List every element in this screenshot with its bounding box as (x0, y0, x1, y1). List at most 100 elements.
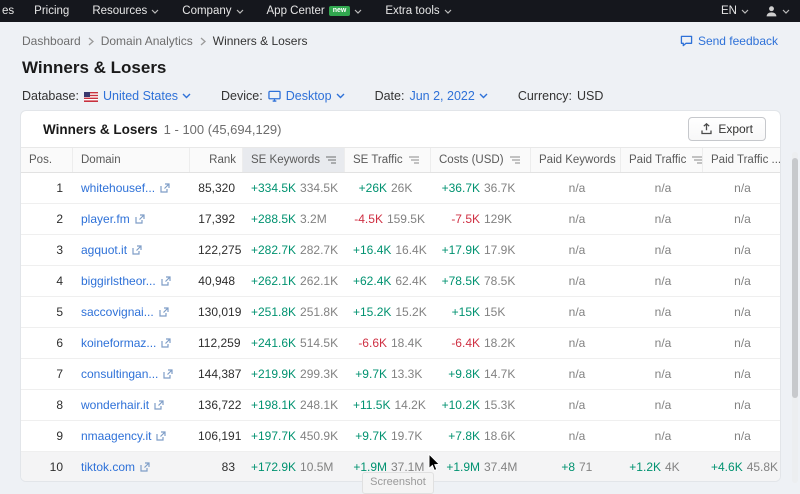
external-link-icon[interactable] (160, 183, 170, 193)
external-link-icon[interactable] (161, 338, 171, 348)
col-header-paid-traffic-2[interactable]: Paid Traffic ... (703, 148, 780, 172)
send-feedback-link[interactable]: Send feedback (680, 34, 778, 48)
result-range: 1 - 100 (45,694,129) (163, 121, 282, 137)
breadcrumb-dashboard[interactable]: Dashboard (22, 34, 81, 48)
export-button[interactable]: Export (688, 117, 766, 141)
position-cell: 1 (56, 181, 63, 195)
paid-traffic-cell: n/a (654, 181, 672, 195)
domain-link[interactable]: tiktok.com (81, 460, 184, 474)
col-header-se-traffic[interactable]: SE Traffic (345, 148, 431, 172)
domain-link[interactable]: koineformaz... (81, 336, 184, 350)
domain-link[interactable]: nmaagency.it (81, 429, 184, 443)
currency-display: Currency: USD (518, 89, 604, 103)
export-label: Export (718, 122, 753, 136)
external-link-icon[interactable] (163, 369, 173, 379)
costs-cell: +36.7K 36.7K (441, 181, 516, 195)
date-value: Jun 2, 2022 (409, 89, 488, 103)
position-cell: 10 (49, 460, 63, 474)
breadcrumb-separator-icon (200, 37, 206, 46)
breadcrumb-separator-icon (88, 37, 94, 46)
feedback-bubble-icon (680, 35, 693, 47)
external-link-icon[interactable] (161, 276, 171, 286)
nav-item-pricing[interactable]: Pricing (34, 5, 69, 17)
nav-item-app-center[interactable]: App Center new (267, 5, 363, 17)
external-link-icon[interactable] (154, 400, 164, 410)
external-link-icon[interactable] (156, 431, 167, 441)
domain-label: tiktok.com (81, 460, 136, 474)
user-menu[interactable] (765, 5, 790, 18)
domain-link[interactable]: whitehousef... (81, 181, 184, 195)
position-cell: 4 (56, 274, 63, 288)
language-selector[interactable]: EN (721, 5, 749, 17)
paid-traffic-cell: n/a (654, 305, 672, 319)
paid-traffic-cell: n/a (654, 367, 672, 381)
costs-cell: +17.9K 17.9K (441, 243, 516, 257)
breadcrumb-current: Winners & Losers (212, 34, 308, 48)
paid-traffic-2-cell: n/a (734, 274, 751, 288)
mouse-cursor (428, 453, 441, 472)
table-row: 9 nmaagency.it 106,191 +197.7K 450.9K +9.… (21, 421, 780, 452)
domain-link[interactable]: consultingan... (81, 367, 184, 381)
table-header: Pos. Domain Rank SE Keywords SE Traffic … (21, 147, 780, 173)
chevron-down-icon (236, 9, 244, 14)
chevron-down-icon (741, 9, 749, 14)
rank-cell: 136,722 (198, 398, 242, 412)
col-header-paid-keywords[interactable]: Paid Keywords (531, 148, 621, 172)
nav-item-label: Pricing (34, 5, 70, 17)
nav-item-extra-tools[interactable]: Extra tools (385, 5, 452, 17)
domain-link[interactable]: saccovignai... (81, 305, 184, 319)
se-keywords-cell: +172.9K 10.5M (251, 460, 334, 474)
col-header-costs[interactable]: Costs (USD) (431, 148, 531, 172)
nav-item-partial[interactable]: es (2, 5, 14, 17)
nav-item-label: Resources (92, 5, 148, 17)
nav-item-company[interactable]: Company (182, 5, 243, 17)
paid-traffic-cell: n/a (654, 398, 672, 412)
external-link-icon[interactable] (132, 245, 142, 255)
paid-keywords-cell: n/a (568, 336, 586, 350)
domain-cell: player.fm (73, 212, 190, 226)
paid-traffic-2-cell: n/a (734, 429, 751, 443)
table-row: 3 agquot.it 122,275 +282.7K 282.7K +16.4K… (21, 235, 780, 266)
domain-link[interactable]: agquot.it (81, 243, 184, 257)
sort-icon (509, 156, 520, 164)
domain-cell: tiktok.com (73, 460, 190, 474)
domain-link[interactable]: player.fm (81, 212, 184, 226)
costs-cell: +78.5K 78.5K (441, 274, 516, 288)
nav-item-resources[interactable]: Resources (92, 5, 159, 17)
rank-cell: 130,019 (198, 305, 242, 319)
col-header-rank[interactable]: Rank (190, 148, 243, 172)
date-filter[interactable]: Date: Jun 2, 2022 (375, 89, 488, 103)
currency-label: Currency: (517, 89, 572, 103)
currency-value: USD (577, 89, 604, 103)
device-filter[interactable]: Device: Desktop (221, 89, 345, 103)
col-header-pos[interactable]: Pos. (21, 148, 73, 172)
external-link-icon[interactable] (135, 214, 145, 224)
se-traffic-cell: +16.4K 16.4K (353, 243, 427, 257)
col-header-se-keywords[interactable]: SE Keywords (243, 148, 345, 172)
database-filter[interactable]: Database: United States (22, 89, 191, 103)
se-keywords-cell: +288.5K 3.2M (251, 212, 327, 226)
chevron-down-icon (151, 9, 159, 14)
chevron-down-icon (444, 9, 452, 14)
paid-keywords-cell: n/a (568, 367, 586, 381)
se-traffic-cell: +9.7K 19.7K (355, 429, 423, 443)
language-label: EN (721, 5, 737, 17)
external-link-icon[interactable] (159, 307, 169, 317)
se-traffic-cell: -4.5K 159.5K (354, 212, 425, 226)
domain-link[interactable]: wonderhair.it (81, 398, 184, 412)
vertical-scrollbar[interactable] (792, 152, 798, 483)
chevron-down-icon (336, 93, 345, 99)
paid-keywords-cell: n/a (568, 181, 586, 195)
domain-link[interactable]: biggirlstheor... (81, 274, 184, 288)
winners-losers-card: Winners & Losers 1 - 100 (45,694,129) Ex… (20, 110, 781, 482)
paid-keywords-cell: +8 71 (561, 460, 593, 474)
rank-cell: 85,320 (198, 181, 235, 195)
col-header-paid-traffic[interactable]: Paid Traffic (621, 148, 703, 172)
top-navbar: es Pricing Resources Company App Center n… (0, 0, 800, 22)
rank-cell: 40,948 (198, 274, 235, 288)
external-link-icon[interactable] (140, 462, 150, 472)
se-keywords-cell: +198.1K 248.1K (251, 398, 339, 412)
col-header-domain[interactable]: Domain (73, 148, 190, 172)
scrollbar-thumb[interactable] (792, 158, 798, 398)
breadcrumb-domain-analytics[interactable]: Domain Analytics (101, 34, 193, 48)
